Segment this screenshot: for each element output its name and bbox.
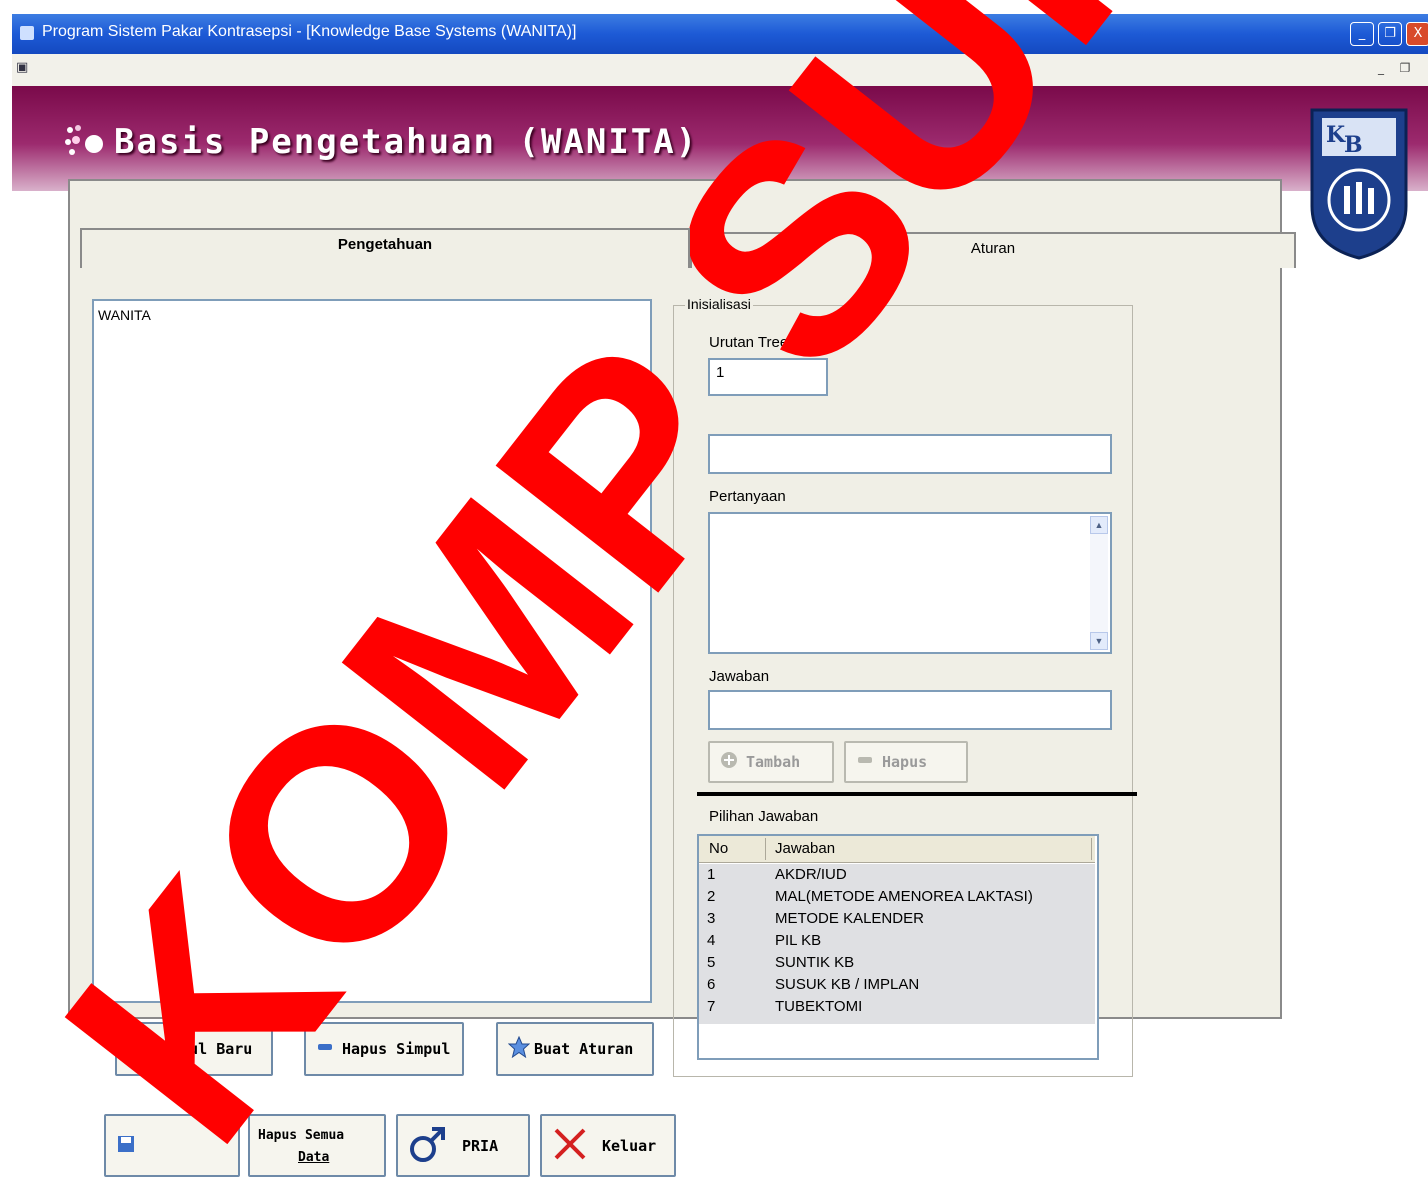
jawaban-input[interactable] (708, 690, 1112, 730)
tab-pengetahuan[interactable]: Pengetahuan (80, 228, 690, 268)
mdi-menubar: ▣ _ ❐ (12, 54, 1428, 87)
minimize-button[interactable]: _ (1350, 22, 1374, 46)
scroll-down-arrow-icon[interactable]: ▼ (1090, 632, 1108, 650)
tambah-button[interactable]: Tambah (708, 741, 834, 783)
hapus-simpul-button[interactable]: Hapus Simpul (304, 1022, 464, 1076)
list-item[interactable]: 5 SUNTIK KB (699, 952, 1095, 975)
simpul-baru-button[interactable]: Simpul Baru (115, 1022, 273, 1076)
list-item[interactable]: 3 METODE KALENDER (699, 908, 1095, 931)
list-item[interactable]: 1 AKDR/IUD (699, 864, 1095, 887)
pertanyaan-textarea[interactable]: ▲ ▼ (708, 512, 1112, 654)
knowledge-tree[interactable]: WANITA (92, 299, 652, 1003)
simpul-baru-label: Simpul Baru (153, 1040, 253, 1058)
list-item[interactable]: 4 PIL KB (699, 930, 1095, 953)
hapus-button[interactable]: Hapus (844, 741, 968, 783)
separator-line (697, 792, 1137, 796)
urutan-tree-label: Urutan Tree (709, 334, 789, 351)
list-item[interactable]: 7 TUBEKTOMI (699, 996, 1095, 1019)
column-divider (765, 838, 766, 860)
pertanyaan-scrollbar[interactable]: ▲ ▼ (1090, 516, 1108, 650)
column-no-header[interactable]: No (709, 840, 728, 857)
minus-icon (856, 751, 874, 773)
column-divider (1091, 838, 1092, 860)
hapus-semua-label: Hapus Semua (258, 1128, 345, 1143)
page-title: Basis Pengetahuan (WANITA) (114, 122, 699, 162)
scroll-up-arrow-icon[interactable]: ▲ (1090, 516, 1108, 534)
close-x-icon (552, 1126, 588, 1166)
simpan-button[interactable] (104, 1114, 240, 1177)
plus-icon (720, 751, 738, 773)
hapus-simpul-label: Hapus Simpul (342, 1040, 451, 1058)
svg-text:K: K (1326, 122, 1346, 148)
form-icon[interactable]: ▣ (16, 60, 28, 75)
pria-label: PRIA (462, 1136, 499, 1155)
keluar-button[interactable]: Keluar (540, 1114, 676, 1177)
tab-aturan[interactable]: Aturan (690, 232, 1296, 268)
app-icon (20, 26, 34, 40)
buat-aturan-label: Buat Aturan (534, 1040, 634, 1058)
page-header: Basis Pengetahuan (WANITA) (12, 86, 1428, 191)
hapus-semua-data-button[interactable]: Hapus Semua Data (248, 1114, 386, 1177)
list-header: No Jawaban (699, 836, 1095, 863)
dots-icon (65, 125, 103, 155)
hapus-semua-data-label: Data (298, 1150, 330, 1165)
urutan-tree-input[interactable]: 1 (708, 358, 828, 396)
pilihan-jawaban-list[interactable]: No Jawaban 1 AKDR/IUD 2 MAL(METODE AMENORE… (697, 834, 1099, 1060)
restore-button[interactable]: ❐ (1378, 22, 1402, 46)
hapus-label: Hapus (882, 753, 928, 771)
window-title: Program Sistem Pakar Kontrasepsi - [Know… (42, 23, 577, 40)
keluar-label: Keluar (602, 1136, 657, 1155)
mdi-minimize-button[interactable]: _ (1372, 59, 1390, 77)
window-titlebar: Program Sistem Pakar Kontrasepsi - [Know… (12, 14, 1428, 54)
list-rows: 1 AKDR/IUD 2 MAL(METODE AMENOREA LAKTASI) … (699, 864, 1095, 1024)
plus-icon (127, 1038, 145, 1060)
mdi-restore-button[interactable]: ❐ (1396, 59, 1414, 77)
close-button[interactable]: X (1406, 22, 1428, 46)
star-icon (507, 1035, 531, 1062)
buat-aturan-button[interactable]: Buat Aturan (496, 1022, 654, 1076)
tree-root-node[interactable]: WANITA (98, 307, 151, 323)
inisialisasi-title: Inisialisasi (685, 296, 753, 312)
male-symbol-icon (408, 1124, 448, 1168)
list-item[interactable]: 6 SUSUK KB / IMPLAN (699, 974, 1095, 997)
pertanyaan-label: Pertanyaan (709, 488, 786, 505)
column-jawaban-header[interactable]: Jawaban (775, 840, 835, 857)
node-name-input[interactable] (708, 434, 1112, 474)
minus-icon (316, 1038, 334, 1060)
list-item[interactable]: 2 MAL(METODE AMENOREA LAKTASI) (699, 886, 1095, 909)
svg-text:B: B (1344, 132, 1363, 158)
tambah-label: Tambah (746, 753, 801, 771)
pilihan-jawaban-label: Pilihan Jawaban (709, 808, 819, 825)
save-icon (116, 1134, 136, 1158)
pria-button[interactable]: PRIA (396, 1114, 530, 1177)
bkkbn-logo: K B (1310, 108, 1408, 260)
jawaban-label: Jawaban (709, 668, 770, 685)
